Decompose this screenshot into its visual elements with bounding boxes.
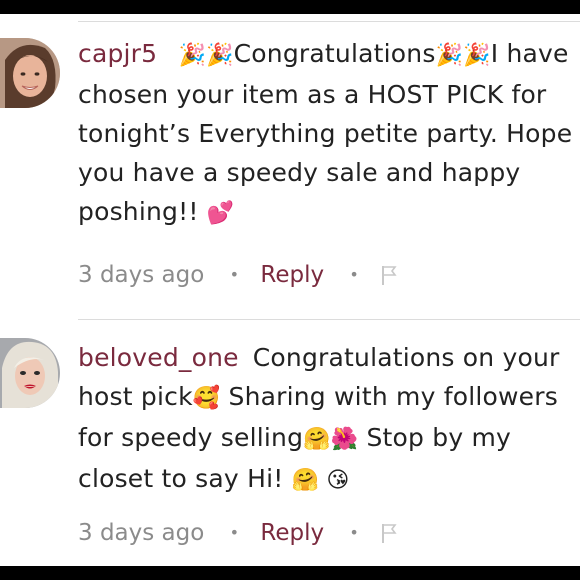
hugging-face-hibiscus-emoji: 🤗🌺 [303,427,359,452]
flag-icon[interactable] [380,522,398,544]
woman-smiling-avatar-icon [0,38,60,108]
top-black-bar [0,0,580,14]
smiling-face-with-hearts-emoji: 🥰 [192,386,221,411]
comment-username[interactable]: beloved_one [78,343,239,372]
comment-meta: 3 days ago • Reply • [78,254,398,294]
avatar[interactable] [0,338,60,408]
comment-body-text: Congratulations [233,39,436,68]
reply-button[interactable]: Reply [260,255,324,295]
meta-separator: • [349,522,359,542]
divider-top [78,21,580,22]
comment-meta: 3 days ago • Reply • [78,512,398,552]
meta-separator: • [229,522,240,542]
comment-username[interactable]: capjr5 [78,39,157,68]
party-popper-emoji: 🎉🎉 [171,43,234,68]
divider-middle [78,319,580,320]
hugging-kissing-face-emoji: 🤗 😘 [291,468,350,493]
meta-separator: • [349,264,359,284]
two-hearts-emoji: 💕 [206,201,235,226]
blonde-woman-avatar-icon [0,338,60,408]
comment-text: capjr5 🎉🎉Congratulations🎉🎉I have chosen … [78,34,578,233]
party-popper-emoji: 🎉🎉 [435,43,491,68]
comment-timestamp: 3 days ago [78,261,205,288]
comment-timestamp: 3 days ago [78,519,205,546]
comment-text: beloved_one Congratulations on your host … [78,338,578,500]
reply-button[interactable]: Reply [260,513,324,553]
meta-separator: • [229,264,240,284]
avatar[interactable] [0,38,60,108]
bottom-black-bar [0,566,580,580]
flag-icon[interactable] [380,264,398,286]
